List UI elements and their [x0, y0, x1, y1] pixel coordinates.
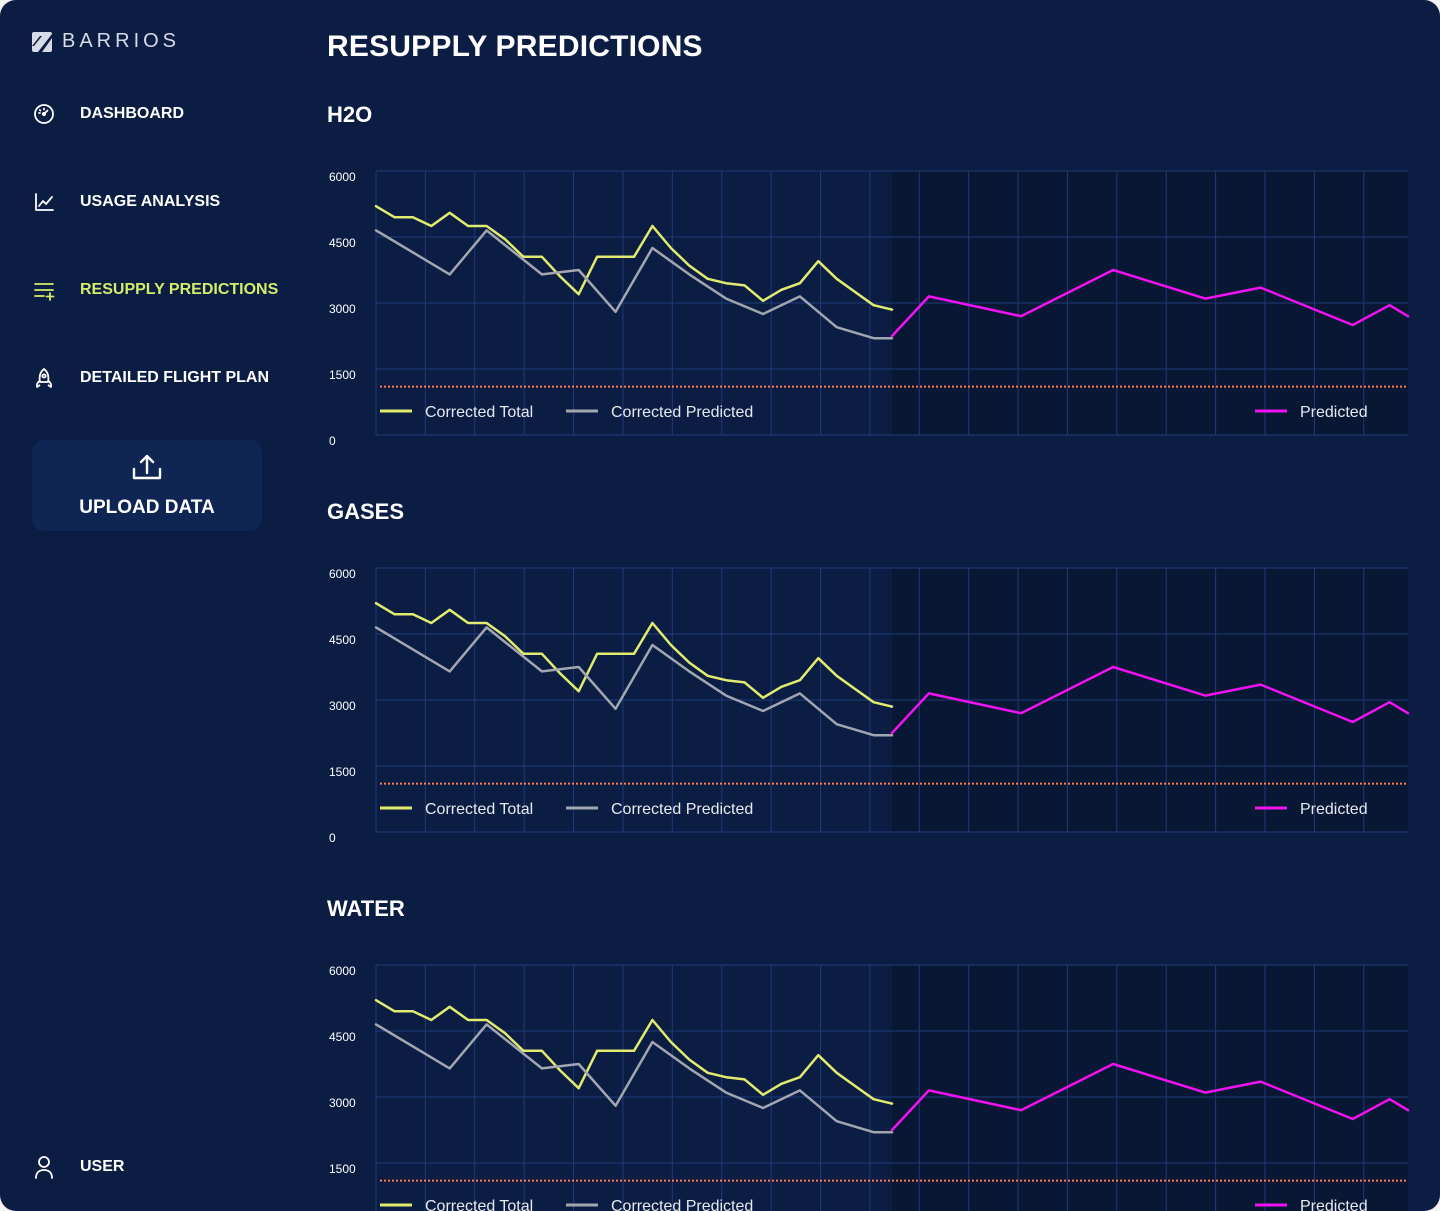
legend-label: Corrected Predicted	[611, 1198, 753, 1211]
rocket-icon	[32, 366, 56, 390]
series-line-corrected-total	[374, 601, 894, 708]
y-tick-label: 4500	[329, 633, 356, 647]
series-line-corrected-predicted	[374, 229, 894, 340]
upload-icon	[132, 454, 162, 480]
y-tick-label: 0	[329, 831, 336, 845]
list-add-icon	[32, 278, 56, 302]
brand-mark-icon	[32, 31, 52, 52]
y-tick-label: 6000	[329, 567, 356, 581]
y-tick-label: 1500	[329, 368, 356, 382]
brand-logo[interactable]: BARRIOS	[32, 30, 180, 53]
legend-label: Corrected Total	[425, 1198, 533, 1211]
legend-label: Predicted	[1300, 801, 1368, 818]
section-title-water: WATER	[327, 896, 405, 921]
nav-item-detailed-flight-plan[interactable]: DETAILED FLIGHT PLAN	[32, 364, 269, 392]
section-title-gases: GASES	[327, 499, 405, 524]
legend-label: Corrected Predicted	[611, 801, 753, 818]
y-tick-label: 6000	[329, 170, 356, 184]
y-tick-label: 4500	[329, 1030, 356, 1044]
nav-item-usage-analysis[interactable]: USAGE ANALYSIS	[32, 188, 220, 216]
user-icon	[32, 1155, 56, 1179]
forecast-region	[892, 965, 1408, 1211]
legend-label: Corrected Total	[425, 801, 533, 818]
nav-label-usage-analysis: USAGE ANALYSIS	[80, 193, 221, 210]
chart-svg: 0 1500 3000 4500 6000 Corrected Total Correcte…	[329, 170, 1410, 448]
series-line-corrected-total	[374, 204, 894, 311]
y-tick-label: 3000	[329, 699, 356, 713]
chart-gases: 0 1500 3000 4500 6000 Corrected Total Correcte…	[320, 560, 1420, 850]
user-menu[interactable]: USER	[32, 1154, 124, 1180]
y-tick-label: 0	[329, 434, 336, 448]
series-line-corrected-predicted	[374, 626, 894, 737]
y-tick-label: 3000	[329, 1096, 356, 1110]
nav-label-detailed-flight-plan: DETAILED FLIGHT PLAN	[80, 369, 270, 386]
nav-label-resupply-predictions: RESUPPLY PREDICTIONS	[80, 281, 279, 298]
chart-svg: 01500300045006000Corrected TotalCorrecte…	[329, 964, 1410, 1211]
nav-item-resupply-predictions[interactable]: RESUPPLY PREDICTIONS	[32, 276, 278, 304]
page-title: RESUPPLY PREDICTIONS	[327, 30, 703, 63]
section-title-h2o: H2O	[327, 102, 373, 127]
y-tick-label: 1500	[329, 1162, 356, 1176]
y-tick-label: 6000	[329, 964, 356, 978]
series-line-corrected-total	[374, 998, 894, 1105]
user-label: USER	[80, 1158, 125, 1175]
chart-svg: 0 1500 3000 4500 6000 Corrected Total Correcte…	[329, 567, 1410, 845]
chart-h2o: 0 1500 3000 4500 6000 Corrected Total Correcte…	[320, 163, 1420, 453]
y-tick-label: 4500	[329, 236, 356, 250]
chart-water: 01500300045006000Corrected TotalCorrecte…	[320, 957, 1420, 1211]
series-line-corrected-predicted	[374, 1023, 894, 1134]
nav-item-dashboard[interactable]: DASHBOARD	[32, 100, 184, 128]
legend-label: Corrected Total	[425, 404, 533, 421]
legend-label: Predicted	[1300, 1198, 1368, 1211]
upload-data-label: UPLOAD DATA	[79, 497, 215, 518]
legend-label: Corrected Predicted	[611, 404, 753, 421]
y-tick-label: 3000	[329, 302, 356, 316]
gauge-icon	[32, 102, 56, 126]
upload-data-button[interactable]: UPLOAD DATA	[32, 440, 262, 531]
legend-label: Predicted	[1300, 404, 1368, 421]
nav-label-dashboard: DASHBOARD	[80, 105, 184, 122]
app-window: BARRIOS DASHBOARD USAGE ANALYSIS RESUPPL…	[0, 0, 1440, 1211]
y-tick-label: 1500	[329, 765, 356, 779]
brand-name: BARRIOS	[62, 30, 181, 52]
line-chart-icon	[32, 190, 56, 214]
